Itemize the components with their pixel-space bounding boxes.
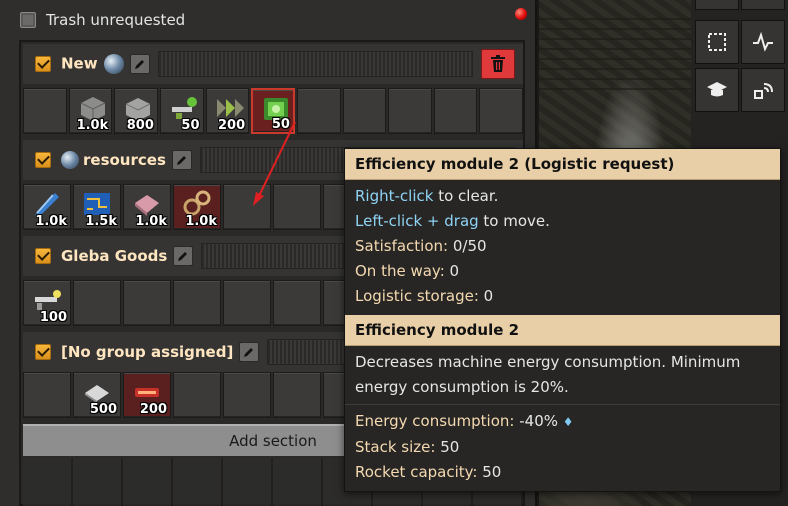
item-quantity: 1.0k: [35, 214, 67, 229]
empty-slot[interactable]: [23, 88, 67, 134]
empty-slot[interactable]: [273, 280, 321, 326]
section-title: [No group assigned]: [61, 343, 234, 361]
item-quantity: 800: [126, 118, 154, 133]
stack-size-line: Stack size: 50: [355, 438, 460, 456]
selection-box-icon: [708, 33, 726, 51]
pencil-icon: [176, 156, 186, 165]
tooltip-item-title: Efficiency module 2: [345, 315, 780, 346]
empty-slot[interactable]: [273, 372, 321, 418]
selection-tool-button[interactable]: [695, 20, 739, 64]
empty-slot[interactable]: [342, 88, 387, 134]
empty-slot[interactable]: [123, 280, 171, 326]
diamond-icon: ♦: [562, 415, 574, 429]
section-title: New: [61, 54, 124, 74]
energy-consumption-line: Energy consumption: -40% ♦: [355, 412, 574, 430]
empty-slot[interactable]: [223, 372, 271, 418]
item-slot[interactable]: 500: [73, 372, 121, 418]
item-slot[interactable]: 200: [123, 372, 171, 418]
item-slot[interactable]: 200: [205, 88, 250, 134]
on-the-way-line: On the way: 0: [355, 262, 460, 280]
edit-title-button[interactable]: [239, 342, 260, 362]
item-tooltip: Efficiency module 2 (Logistic request) R…: [344, 148, 781, 492]
item-quantity: 500: [89, 402, 117, 417]
tooltip-title: Efficiency module 2 (Logistic request): [345, 149, 780, 180]
item-quantity: 100: [39, 310, 67, 325]
item-quantity: 1.0k: [185, 214, 217, 229]
logistic-storage-line: Logistic storage: 0: [355, 287, 494, 305]
empty-slot[interactable]: [23, 372, 71, 418]
pointer-arrow: [253, 121, 296, 206]
edit-title-button[interactable]: [173, 246, 194, 266]
planet-icon: [61, 151, 79, 170]
item-slot[interactable]: 100: [23, 280, 71, 326]
section-enable-checkbox[interactable]: [35, 56, 51, 72]
edit-title-button[interactable]: [171, 150, 192, 170]
satisfaction-line: Satisfaction: 0/50: [355, 237, 487, 255]
tech-tree-button[interactable]: [695, 68, 739, 112]
item-slot[interactable]: 1.0k: [68, 88, 113, 134]
delete-section-button[interactable]: [481, 49, 515, 79]
item-slot[interactable]: 1.0k: [23, 184, 71, 230]
section-title: Gleba Goods: [61, 247, 168, 265]
empty-slot[interactable]: [296, 88, 341, 134]
item-slot[interactable]: 800: [114, 88, 158, 134]
item-quantity: 1.0k: [76, 118, 109, 133]
pulse-icon: [753, 31, 773, 52]
pencil-icon: [134, 60, 144, 69]
section-title: resources: [61, 151, 166, 170]
item-quantity: 50: [181, 118, 200, 133]
item-slot[interactable]: 1.5k: [73, 184, 121, 230]
trash-unrequested-checkbox[interactable]: [20, 12, 36, 28]
section-enable-checkbox[interactable]: [35, 248, 51, 264]
stats-button[interactable]: [741, 20, 785, 64]
graduation-cap-icon: [707, 82, 727, 97]
section-enable-checkbox[interactable]: [35, 344, 51, 360]
drag-handle[interactable]: [157, 51, 473, 77]
section-enable-checkbox[interactable]: [35, 152, 51, 168]
item-quantity: 1.0k: [135, 214, 167, 229]
toolbar-button-top-left[interactable]: [695, 0, 739, 10]
item-slot[interactable]: 1.0k: [173, 184, 221, 230]
empty-slot[interactable]: [73, 280, 121, 326]
signal-icon: [754, 83, 773, 99]
status-indicator-icon: [515, 8, 527, 20]
item-quantity: 1.5k: [85, 214, 117, 229]
remote-view-button[interactable]: [741, 68, 785, 112]
edit-title-button[interactable]: [129, 54, 150, 74]
trash-unrequested-label: Trash unrequested: [46, 11, 186, 29]
empty-slot[interactable]: [173, 280, 221, 326]
empty-slot[interactable]: [433, 88, 478, 134]
empty-slot[interactable]: [223, 280, 271, 326]
rocket-capacity-line: Rocket capacity: 50: [355, 463, 502, 481]
planet-icon: [103, 54, 124, 74]
toolbar-button-top-right[interactable]: [741, 0, 785, 10]
item-quantity: 200: [139, 402, 167, 417]
empty-slot[interactable]: [479, 88, 524, 134]
item-description: Decreases machine energy consumption. Mi…: [355, 353, 741, 396]
hint-right-click: Right-click to clear.: [355, 187, 499, 205]
empty-slot[interactable]: [388, 88, 432, 134]
section-header-new: New: [23, 44, 523, 84]
pencil-icon: [178, 252, 188, 261]
hint-left-click: Left-click + drag to move.: [355, 212, 550, 230]
item-quantity: 200: [217, 118, 246, 133]
empty-slot[interactable]: [173, 372, 221, 418]
item-slot[interactable]: 50: [159, 88, 204, 134]
trash-icon: [491, 55, 505, 72]
pencil-icon: [244, 348, 254, 357]
trash-unrequested-row[interactable]: Trash unrequested: [8, 6, 523, 34]
item-slot[interactable]: 1.0k: [123, 184, 171, 230]
